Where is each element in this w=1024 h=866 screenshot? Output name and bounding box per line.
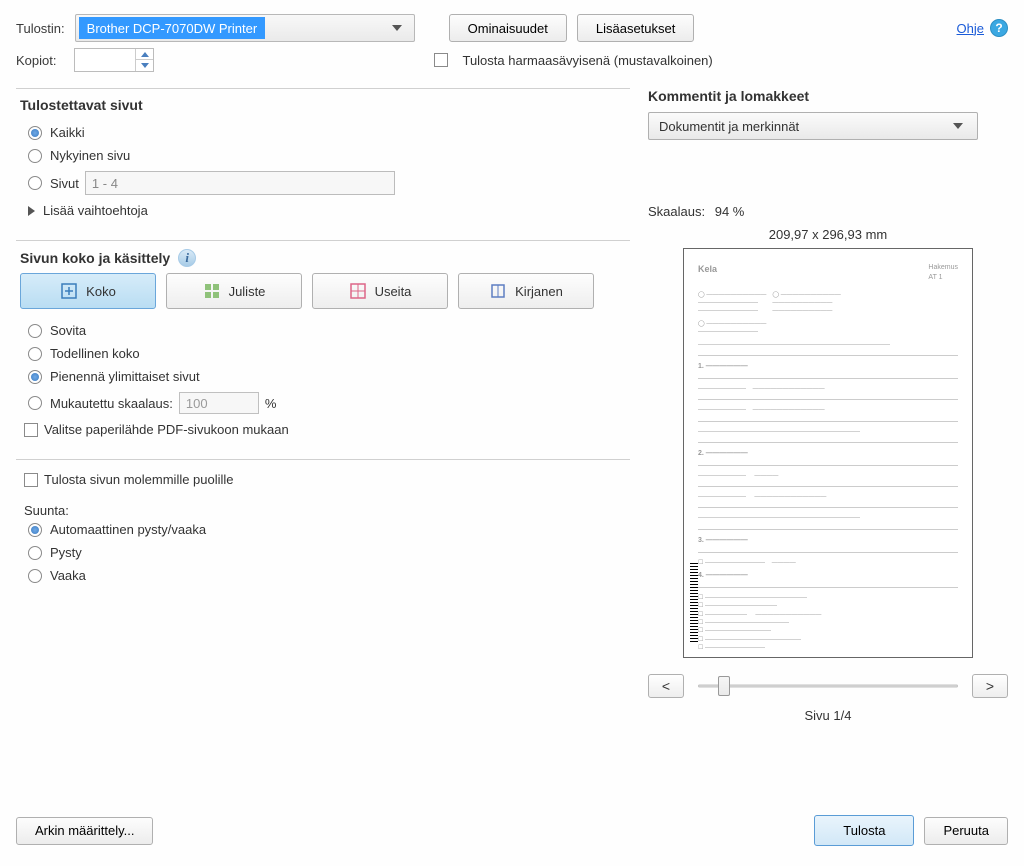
slider-thumb[interactable] bbox=[718, 676, 730, 696]
chevron-down-icon bbox=[953, 123, 963, 129]
label-current-page: Nykyinen sivu bbox=[50, 148, 130, 163]
page-indicator: Sivu 1/4 bbox=[648, 708, 1008, 723]
dimensions-label: 209,97 x 296,93 mm bbox=[648, 227, 1008, 242]
page-setup-button[interactable]: Arkin määrittely... bbox=[16, 817, 153, 845]
tab-booklet-label: Kirjanen bbox=[515, 284, 563, 299]
tab-multiple-label: Useita bbox=[375, 284, 412, 299]
radio-current-page[interactable] bbox=[28, 149, 42, 163]
label-shrink: Pienennä ylimittaiset sivut bbox=[50, 369, 200, 384]
label-all-pages: Kaikki bbox=[50, 125, 85, 140]
spin-up-icon[interactable] bbox=[136, 49, 153, 60]
percent-label: % bbox=[265, 396, 277, 411]
properties-button[interactable]: Ominaisuudet bbox=[449, 14, 567, 42]
help-link[interactable]: Ohje bbox=[957, 21, 984, 36]
advanced-button[interactable]: Lisäasetukset bbox=[577, 14, 695, 42]
radio-portrait[interactable] bbox=[28, 546, 42, 560]
radio-custom-scale[interactable] bbox=[28, 396, 42, 410]
spin-down-icon[interactable] bbox=[136, 60, 153, 71]
tab-booklet[interactable]: Kirjanen bbox=[458, 273, 594, 309]
cancel-button[interactable]: Peruuta bbox=[924, 817, 1008, 845]
radio-auto-orient[interactable] bbox=[28, 523, 42, 537]
paper-source-label: Valitse paperilähde PDF-sivukoon mukaan bbox=[44, 422, 289, 437]
label-landscape: Vaaka bbox=[50, 568, 86, 583]
poster-icon bbox=[203, 282, 221, 300]
radio-actual-size[interactable] bbox=[28, 347, 42, 361]
comments-title: Kommentit ja lomakkeet bbox=[648, 88, 1008, 104]
sizing-title: Sivun koko ja käsittely bbox=[20, 250, 170, 266]
prev-page-button[interactable]: < bbox=[648, 674, 684, 698]
direction-label: Suunta: bbox=[20, 503, 626, 518]
zoom-slider[interactable] bbox=[698, 676, 958, 696]
scale-label: Skaalaus: bbox=[648, 204, 705, 219]
label-custom-scale: Mukautettu skaalaus: bbox=[50, 396, 173, 411]
page-range-input[interactable]: 1 - 4 bbox=[85, 171, 395, 195]
both-sides-label: Tulosta sivun molemmille puolille bbox=[44, 472, 234, 487]
print-button[interactable]: Tulosta bbox=[814, 815, 914, 846]
radio-fit[interactable] bbox=[28, 324, 42, 338]
help-icon[interactable]: ? bbox=[990, 19, 1008, 37]
radio-page-range[interactable] bbox=[28, 176, 42, 190]
booklet-icon bbox=[489, 282, 507, 300]
label-page-range: Sivut bbox=[50, 176, 79, 191]
tab-poster[interactable]: Juliste bbox=[166, 273, 302, 309]
radio-landscape[interactable] bbox=[28, 569, 42, 583]
paper-source-checkbox[interactable] bbox=[24, 423, 38, 437]
custom-scale-input[interactable]: 100 bbox=[179, 392, 259, 414]
label-auto-orient: Automaattinen pysty/vaaka bbox=[50, 522, 206, 537]
expand-icon[interactable] bbox=[28, 206, 35, 216]
pages-title: Tulostettavat sivut bbox=[20, 97, 626, 113]
orientation-section: Tulosta sivun molemmille puolille Suunta… bbox=[16, 459, 630, 599]
grayscale-checkbox[interactable] bbox=[434, 53, 448, 67]
pages-section: Tulostettavat sivut Kaikki Nykyinen sivu… bbox=[16, 88, 630, 234]
copies-spinner[interactable] bbox=[74, 48, 154, 72]
info-icon[interactable]: i bbox=[178, 249, 196, 267]
chevron-down-icon bbox=[392, 25, 402, 31]
radio-shrink[interactable] bbox=[28, 370, 42, 384]
grayscale-label: Tulosta harmaasävyisenä (mustavalkoinen) bbox=[462, 53, 712, 68]
next-page-button[interactable]: > bbox=[972, 674, 1008, 698]
sizing-tabs: Koko Juliste Useita bbox=[20, 273, 626, 309]
label-fit: Sovita bbox=[50, 323, 86, 338]
copies-label: Kopiot: bbox=[16, 53, 56, 68]
tab-size[interactable]: Koko bbox=[20, 273, 156, 309]
label-portrait: Pysty bbox=[50, 545, 82, 560]
tab-multiple[interactable]: Useita bbox=[312, 273, 448, 309]
scale-value: 94 % bbox=[715, 204, 745, 219]
barcode-icon bbox=[690, 563, 698, 643]
tab-poster-label: Juliste bbox=[229, 284, 266, 299]
label-actual-size: Todellinen koko bbox=[50, 346, 140, 361]
printer-label: Tulostin: bbox=[16, 21, 65, 36]
printer-selected-value: Brother DCP-7070DW Printer bbox=[79, 17, 266, 39]
both-sides-checkbox[interactable] bbox=[24, 473, 38, 487]
more-options-label[interactable]: Lisää vaihtoehtoja bbox=[43, 203, 148, 218]
tab-size-label: Koko bbox=[86, 284, 116, 299]
comments-forms-select[interactable]: Dokumentit ja merkinnät bbox=[648, 112, 978, 140]
comments-forms-value: Dokumentit ja merkinnät bbox=[659, 119, 799, 134]
printer-select[interactable]: Brother DCP-7070DW Printer bbox=[75, 14, 415, 42]
radio-all-pages[interactable] bbox=[28, 126, 42, 140]
sizing-section: Sivun koko ja käsittely i Koko Juliste bbox=[16, 240, 630, 453]
page-preview: KelaHakemusAT 1 ◯ ——————————————————————… bbox=[683, 248, 973, 658]
size-icon bbox=[60, 282, 78, 300]
multiple-icon bbox=[349, 282, 367, 300]
